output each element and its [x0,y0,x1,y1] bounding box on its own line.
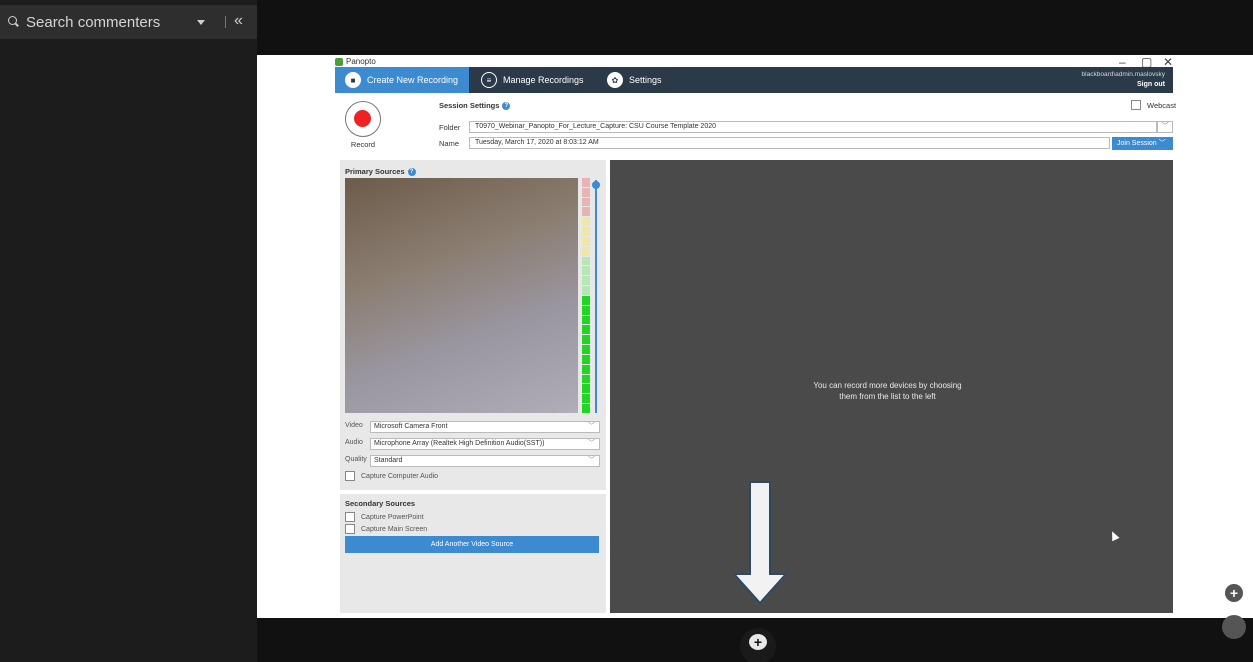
chevron-down-icon: ﹀ [588,423,595,430]
preview-hint: You can record more devices by choosing … [800,380,975,402]
capture-powerpoint-checkbox[interactable] [345,512,355,522]
add-comment-icon: + [749,634,767,650]
join-session-button[interactable]: Join Session ﹀ [1112,137,1173,150]
zoom-out-button[interactable] [1222,615,1246,639]
quality-select[interactable]: Standard ﹀ [370,455,600,467]
webcast-option[interactable]: Webcast [1131,100,1176,110]
secondary-sources-title: Secondary Sources [345,499,416,508]
tab-create-new-recording[interactable]: ■ Create New Recording [335,67,469,93]
tab-bar: ■ Create New Recording ≡ Manage Recordin… [335,67,1173,93]
sign-out-link[interactable]: Sign out [1137,81,1165,88]
chevron-down-icon[interactable] [197,20,205,25]
app-name: Panopto [346,57,376,66]
audio-level-meter [582,178,590,413]
audio-select[interactable]: Microphone Array (Realtek High Definitio… [370,438,600,450]
plus-icon: + [1225,584,1243,602]
tab-label: Create New Recording [367,75,459,85]
chevron-down-icon: ﹀ [588,440,595,447]
audio-value: Microphone Array (Realtek High Definitio… [374,440,545,447]
top-band [257,0,1253,55]
video-select[interactable]: Microsoft Camera Front ﹀ [370,421,600,433]
session-settings-title: Session Settings? [439,101,511,111]
primary-sources-label: Primary Sources [345,167,405,176]
audio-gain-slider-handle[interactable] [592,181,600,189]
list-icon: ≡ [481,72,497,88]
capture-main-screen-option[interactable]: Capture Main Screen [345,524,427,534]
bottom-bar: + [257,618,1253,662]
help-icon[interactable]: ? [502,102,511,111]
user-name: blackboard\admin.maslovsky [1081,71,1165,78]
zoom-in-button[interactable]: + [1222,581,1246,605]
name-label: Name [439,139,460,148]
audio-label: Audio [345,439,363,446]
primary-sources-title: Primary Sources? [345,167,416,177]
tab-label: Settings [629,75,662,85]
chevron-down-icon: ﹀ [1158,140,1166,147]
webcast-label: Webcast [1147,100,1177,110]
webcast-checkbox[interactable] [1131,100,1141,110]
record-button[interactable] [345,101,381,137]
tab-manage-recordings[interactable]: ≡ Manage Recordings [481,67,591,93]
join-session-label: Join Session [1117,140,1157,147]
folder-dropdown-icon[interactable]: ﹀ [1157,121,1173,133]
comments-sidebar: Search commenters « [0,0,257,662]
session-settings-label: Session Settings [439,101,500,110]
add-video-source-button[interactable]: Add Another Video Source [345,536,599,553]
divider [225,16,226,28]
panopto-logo-icon [335,57,343,66]
user-info: blackboard\admin.maslovsky Sign out [1082,70,1165,90]
video-label: Video [345,422,363,429]
gear-icon: ✿ [607,72,623,88]
capture-powerpoint-label: Capture PowerPoint [361,513,424,521]
screen: Search commenters « Panopto – ▢ ✕ ■ Crea… [0,0,1253,662]
preview-hint-line: them from the list to the left [839,392,936,401]
video-camera-icon: ■ [345,72,361,88]
audio-gain-slider[interactable] [595,180,597,413]
secondary-sources-panel: Secondary Sources Capture PowerPoint Cap… [340,490,606,613]
primary-sources-panel: Primary Sources? Video Microsoft Camera … [340,160,606,613]
capture-computer-audio-option[interactable]: Capture Computer Audio [345,471,438,481]
quality-label: Quality [345,456,367,463]
capture-powerpoint-option[interactable]: Capture PowerPoint [345,512,424,522]
video-value: Microsoft Camera Front [374,423,448,430]
capture-computer-audio-label: Capture Computer Audio [361,472,439,480]
search-placeholder[interactable]: Search commenters [26,14,160,31]
tab-label: Manage Recordings [503,75,584,85]
capture-main-screen-checkbox[interactable] [345,524,355,534]
mouse-cursor-icon [1108,529,1120,542]
capture-computer-audio-checkbox[interactable] [345,471,355,481]
quality-value: Standard [374,457,403,464]
folder-label: Folder [439,123,461,132]
chevron-down-icon: ﹀ [588,457,595,464]
camera-preview [345,178,578,413]
preview-hint-line: You can record more devices by choosing [813,381,962,390]
commenters-search[interactable]: Search commenters « [0,5,257,39]
collapse-icon[interactable]: « [234,12,243,30]
folder-field[interactable]: T0970_Webinar_Panopto_For_Lecture_Captur… [469,121,1157,133]
recording-preview-area: You can record more devices by choosing … [610,160,1173,613]
name-field[interactable]: Tuesday, March 17, 2020 at 8:03:12 AM [469,137,1110,149]
window-title: Panopto [335,57,376,66]
search-icon [8,16,17,25]
record-label: Record [350,140,376,149]
tab-settings[interactable]: ✿ Settings [607,67,677,93]
capture-main-screen-label: Capture Main Screen [361,525,428,533]
help-icon[interactable]: ? [407,168,416,177]
add-comment-button[interactable]: + [740,628,776,662]
down-arrow-icon [731,481,789,605]
